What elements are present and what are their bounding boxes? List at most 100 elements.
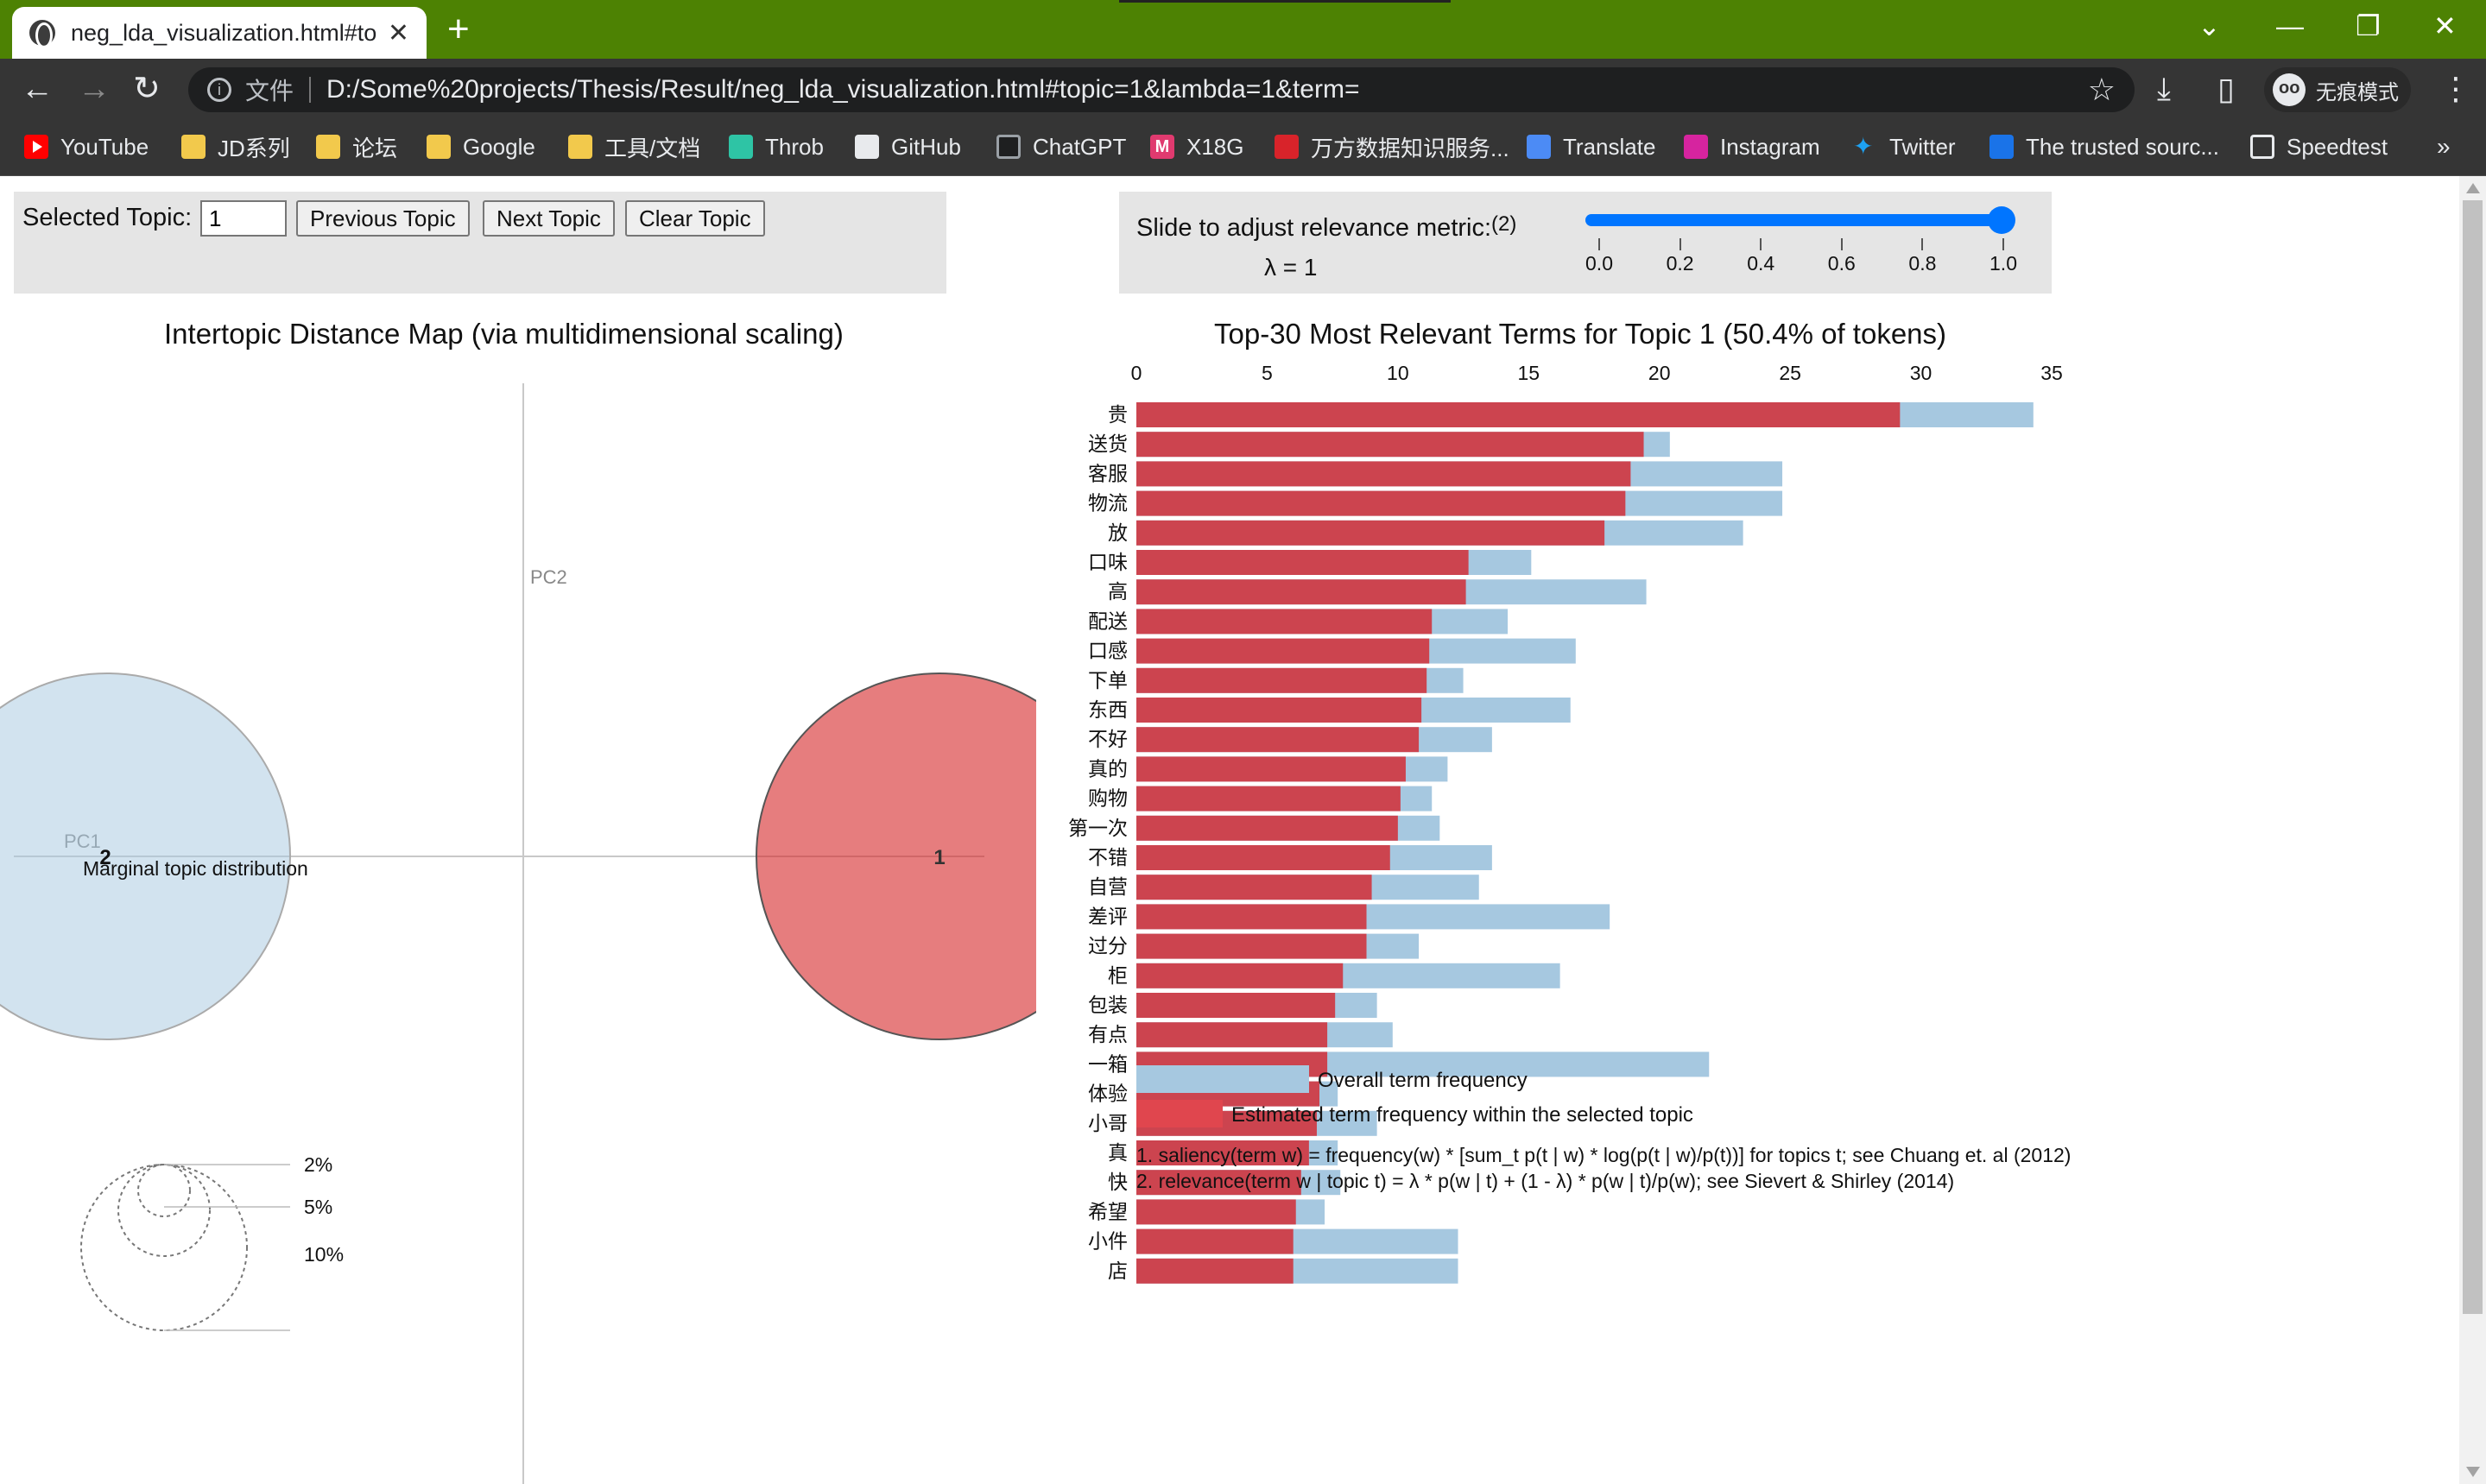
tab-close-icon[interactable]: ✕ — [388, 18, 409, 48]
forward-icon[interactable]: → — [78, 69, 111, 109]
bookmark-twitter[interactable]: ✦ Twitter — [1853, 131, 1956, 162]
term-label[interactable]: 快 — [1108, 1171, 1128, 1193]
topic-frequency-bar[interactable] — [1136, 1022, 1328, 1048]
tab-search-chevron-icon[interactable]: ⌄ — [2198, 9, 2221, 43]
download-icon[interactable]: ⤓ — [2157, 71, 2171, 107]
topic-frequency-bar[interactable] — [1136, 520, 1605, 546]
new-tab-icon[interactable]: + — [447, 10, 470, 48]
topic-frequency-bar[interactable] — [1136, 845, 1390, 870]
term-label[interactable]: 柜 — [1108, 964, 1128, 987]
term-label[interactable]: 口感 — [1088, 640, 1128, 662]
topic-frequency-bar[interactable] — [1136, 402, 1901, 427]
term-label[interactable]: 口味 — [1088, 551, 1128, 573]
term-label[interactable]: 有点 — [1088, 1023, 1128, 1045]
term-label[interactable]: 物流 — [1088, 492, 1128, 515]
term-label[interactable]: 贵 — [1108, 403, 1128, 426]
topic-frequency-bar[interactable] — [1136, 698, 1422, 723]
bookmark-star-icon[interactable]: ☆ — [2088, 72, 2116, 108]
term-row[interactable]: 差评 — [1088, 904, 1610, 930]
term-label[interactable]: 希望 — [1088, 1200, 1128, 1222]
back-icon[interactable]: ← — [21, 69, 54, 109]
term-row[interactable]: 物流 — [1088, 490, 1783, 516]
next-topic-button[interactable]: Next Topic — [483, 200, 615, 237]
term-label[interactable]: 不错 — [1088, 846, 1128, 868]
topic-frequency-bar[interactable] — [1136, 1258, 1294, 1284]
topic-frequency-bar[interactable] — [1136, 815, 1398, 841]
bookmark-google[interactable]: Google — [427, 131, 535, 162]
term-row[interactable]: 贵 — [1108, 402, 2034, 427]
topic-frequency-bar[interactable] — [1136, 727, 1420, 753]
term-label[interactable]: 自营 — [1088, 875, 1128, 898]
term-row[interactable]: 放 — [1108, 520, 1743, 546]
topic-frequency-bar[interactable] — [1136, 432, 1644, 458]
bookmark-youtube[interactable]: YouTube — [24, 131, 149, 162]
bookmark-chatgpt[interactable]: ChatGPT — [996, 131, 1126, 162]
term-row[interactable]: 送货 — [1088, 432, 1670, 458]
address-url[interactable]: D:/Some%20projects/Thesis/Result/neg_lda… — [326, 75, 2088, 104]
term-row[interactable]: 不好 — [1088, 727, 1492, 753]
term-row[interactable]: 柜 — [1108, 963, 1560, 988]
topic-frequency-bar[interactable] — [1136, 786, 1401, 811]
term-label[interactable]: 放 — [1108, 521, 1128, 544]
term-label[interactable]: 配送 — [1088, 609, 1128, 632]
term-row[interactable]: 希望 — [1088, 1199, 1325, 1225]
bookmark-translate[interactable]: Translate — [1527, 131, 1655, 162]
term-label[interactable]: 小件 — [1088, 1230, 1128, 1253]
previous-topic-button[interactable]: Previous Topic — [296, 200, 470, 237]
topic-frequency-bar[interactable] — [1136, 550, 1469, 575]
term-label[interactable]: 购物 — [1088, 787, 1128, 810]
address-bar[interactable]: i 文件 D:/Some%20projects/Thesis/Result/ne… — [188, 67, 2135, 112]
bookmark-instagram[interactable]: Instagram — [1684, 131, 1820, 162]
term-label[interactable]: 下单 — [1088, 669, 1128, 691]
bookmark-github[interactable]: GitHub — [855, 131, 961, 162]
term-label[interactable]: 一箱 — [1088, 1052, 1128, 1075]
term-label[interactable]: 小哥 — [1088, 1112, 1128, 1134]
bookmark-forum[interactable]: 论坛 — [316, 131, 397, 162]
side-panel-icon[interactable]: ▯ — [2217, 71, 2235, 107]
term-row[interactable]: 自营 — [1088, 875, 1479, 900]
topic-circle-2[interactable] — [0, 673, 291, 1040]
term-row[interactable]: 下单 — [1088, 667, 1464, 693]
scrollbar-thumb[interactable] — [2463, 200, 2483, 1314]
term-row[interactable]: 小件 — [1088, 1228, 1458, 1254]
term-label[interactable]: 客服 — [1088, 462, 1128, 484]
term-row[interactable]: 口味 — [1088, 550, 1532, 575]
term-row[interactable]: 第一次 — [1068, 815, 1440, 841]
term-row[interactable]: 有点 — [1088, 1022, 1393, 1048]
topic-frequency-bar[interactable] — [1136, 756, 1406, 782]
topic-frequency-bar[interactable] — [1136, 1199, 1296, 1225]
term-row[interactable]: 购物 — [1088, 786, 1433, 811]
topic-frequency-bar[interactable] — [1136, 638, 1430, 664]
topic-frequency-bar[interactable] — [1136, 963, 1344, 988]
topic-circle-1[interactable] — [756, 673, 1036, 1040]
topic-frequency-bar[interactable] — [1136, 993, 1336, 1018]
topic-frequency-bar[interactable] — [1136, 904, 1367, 930]
bookmark-throb[interactable]: Throb — [729, 131, 824, 162]
term-row[interactable]: 不错 — [1088, 845, 1492, 870]
term-row[interactable]: 店 — [1108, 1258, 1458, 1284]
bookmark-wanfang[interactable]: 万方数据知识服务... — [1275, 131, 1509, 162]
term-row[interactable]: 配送 — [1088, 609, 1509, 635]
topic-frequency-bar[interactable] — [1136, 667, 1427, 693]
term-row[interactable]: 真的 — [1088, 756, 1448, 782]
term-label[interactable]: 高 — [1108, 580, 1128, 603]
term-label[interactable]: 不好 — [1088, 728, 1128, 750]
term-label[interactable]: 送货 — [1088, 433, 1128, 455]
topic-frequency-bar[interactable] — [1136, 461, 1631, 487]
menu-icon[interactable]: ⋮ — [2440, 71, 2471, 107]
term-label[interactable]: 东西 — [1088, 698, 1128, 721]
close-window-icon[interactable]: ✕ — [2433, 9, 2457, 43]
info-icon[interactable]: i — [207, 78, 231, 102]
reload-icon[interactable]: ↻ — [133, 69, 161, 109]
clear-topic-button[interactable]: Clear Topic — [625, 200, 765, 237]
term-row[interactable]: 东西 — [1088, 698, 1571, 723]
bookmark-jd[interactable]: JD系列 — [181, 131, 290, 162]
term-label[interactable]: 第一次 — [1068, 817, 1128, 839]
scroll-up-icon[interactable] — [2466, 183, 2480, 193]
term-label[interactable]: 真 — [1108, 1141, 1128, 1164]
restore-icon[interactable]: ❐ — [2356, 9, 2381, 43]
scroll-down-icon[interactable] — [2466, 1467, 2480, 1477]
topic-frequency-bar[interactable] — [1136, 579, 1466, 605]
term-label[interactable]: 店 — [1108, 1260, 1128, 1282]
topic-frequency-bar[interactable] — [1136, 933, 1367, 959]
